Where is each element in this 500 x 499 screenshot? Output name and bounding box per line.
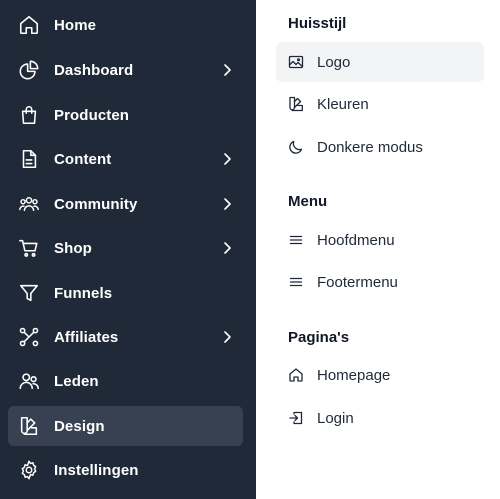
submenu-item-label: Footermenu (317, 273, 398, 291)
chevron-right-icon (220, 329, 234, 345)
submenu-item-label: Logo (317, 53, 351, 71)
login-icon (288, 410, 304, 426)
sidebar-item-shop[interactable]: Shop (8, 228, 243, 268)
submenu-item-label: Kleuren (317, 95, 369, 113)
submenu-item-label: Login (317, 409, 354, 427)
image-icon (288, 54, 304, 70)
sidebar-item-community[interactable]: Community (8, 184, 243, 224)
swatch-icon (288, 96, 304, 112)
submenu-item-label: Hoofdmenu (317, 231, 395, 249)
submenu-item-hoofdmenu[interactable]: Hoofdmenu (276, 220, 484, 260)
swatch-icon (18, 415, 40, 437)
document-icon (18, 148, 40, 170)
sidebar-item-label: Producten (54, 106, 130, 124)
sidebar-item-label: Affiliates (54, 328, 119, 346)
sidebar-item-design[interactable]: Design (8, 406, 243, 446)
chevron-right-icon (220, 196, 234, 212)
sidebar-item-instellingen[interactable]: Instellingen (8, 450, 243, 490)
submenu-item-label: Homepage (317, 366, 391, 384)
sidebar-item-leden[interactable]: Leden (8, 361, 243, 401)
sidebar: Home Dashboard Producten Content Communi… (0, 0, 256, 499)
sidebar-item-producten[interactable]: Producten (8, 95, 243, 135)
sidebar-item-dashboard[interactable]: Dashboard (8, 50, 243, 90)
home-icon (288, 367, 304, 383)
moon-icon (288, 139, 304, 155)
submenu-item-login[interactable]: Login (276, 398, 484, 438)
menu-lines-icon (288, 232, 304, 248)
sidebar-item-label: Shop (54, 239, 92, 257)
home-icon (18, 14, 40, 36)
submenu-item-label: Donkere modus (317, 138, 423, 156)
users-group-icon (18, 193, 40, 215)
sidebar-item-content[interactable]: Content (8, 139, 243, 179)
pie-chart-icon (18, 59, 40, 81)
sidebar-item-affiliates[interactable]: Affiliates (8, 317, 243, 357)
section-title-paginas: Pagina's (288, 329, 350, 346)
shopping-bag-icon (18, 104, 40, 126)
submenu-item-kleuren[interactable]: Kleuren (276, 84, 484, 124)
submenu-item-footermenu[interactable]: Footermenu (276, 262, 484, 302)
sidebar-item-label: Community (54, 195, 138, 213)
sidebar-item-label: Leden (54, 372, 99, 390)
sidebar-item-label: Content (54, 150, 112, 168)
gear-icon (18, 459, 40, 481)
menu-lines-icon (288, 274, 304, 290)
submenu-item-donkere-modus[interactable]: Donkere modus (276, 127, 484, 167)
sidebar-item-home[interactable]: Home (8, 5, 243, 45)
share-icon (18, 326, 40, 348)
sidebar-item-funnels[interactable]: Funnels (8, 273, 243, 313)
chevron-right-icon (220, 240, 234, 256)
user-group-icon (18, 370, 40, 392)
section-title-menu: Menu (288, 193, 328, 210)
sidebar-item-label: Home (54, 16, 97, 34)
submenu-item-homepage[interactable]: Homepage (276, 355, 484, 395)
section-title-huisstijl: Huisstijl (288, 15, 347, 32)
sidebar-item-label: Funnels (54, 284, 113, 302)
chevron-right-icon (220, 62, 234, 78)
shopping-cart-icon (18, 237, 40, 259)
sidebar-item-label: Dashboard (54, 61, 134, 79)
funnel-icon (18, 282, 40, 304)
sidebar-item-label: Design (54, 417, 105, 435)
sidebar-item-label: Instellingen (54, 461, 139, 479)
submenu-item-logo[interactable]: Logo (276, 42, 484, 82)
design-submenu: Huisstijl Logo Kleuren Donkere modus Men… (256, 0, 500, 499)
chevron-right-icon (220, 151, 234, 167)
